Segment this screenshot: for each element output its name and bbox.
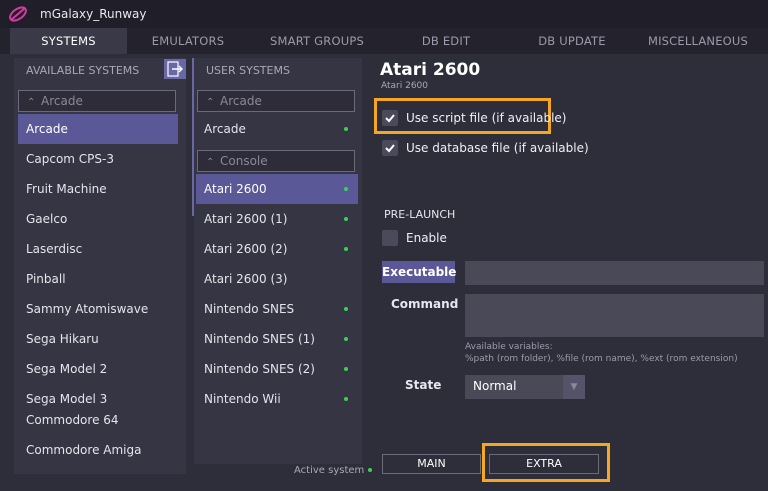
checkbox-checked [382,110,398,126]
available-item[interactable]: Sega Hikaru [18,324,178,354]
tab-db-update[interactable]: DB UPDATE [508,28,636,54]
active-dot [344,217,348,221]
user-item[interactable]: Atari 2600 (1) [196,204,358,234]
group-header-console[interactable]: ⌃ Console [197,150,355,172]
command-label: Command [391,297,459,311]
available-item[interactable]: Sega Model 2 [18,354,178,384]
available-item[interactable]: Commodore 64 [18,405,178,435]
system-title: Atari 2600 [380,60,481,80]
available-item[interactable]: Fruit Machine [18,174,178,204]
user-item[interactable]: Nintendo Wii [196,384,358,414]
available-item[interactable]: Commodore Amiga [18,435,178,465]
available-item[interactable]: Laserdisc [18,234,178,264]
available-item[interactable]: Capcom CPS-3 [18,144,178,174]
transfer-icon[interactable] [164,59,186,79]
user-item-atari-2600[interactable]: Atari 2600 [196,174,358,204]
available-systems-panel: AVAILABLE SYSTEMS ⌃ Arcade Arcade Capcom … [14,58,198,474]
user-item[interactable]: Nintendo SNES (1) [196,324,358,354]
tab-systems[interactable]: SYSTEMS [10,28,127,54]
tab-emulators[interactable]: EMULATORS [128,28,248,54]
executable-field[interactable] [465,261,764,285]
checkbox-unchecked [382,230,398,246]
variables-text: %path (rom folder), %file (rom name), %e… [465,354,738,364]
variables-header: Available variables: [465,342,553,352]
available-item[interactable]: Pinball [18,264,178,294]
user-systems-header: USER SYSTEMS [206,64,290,77]
active-dot [344,307,348,311]
state-select[interactable]: Normal ▼ [465,375,585,399]
main-button[interactable]: MAIN [382,454,481,474]
active-system-legend: Active system [294,465,373,476]
group-header-arcade[interactable]: ⌃ Arcade [18,90,176,112]
available-item-arcade[interactable]: Arcade [18,114,178,144]
tab-smart-groups[interactable]: SMART GROUPS [252,28,382,54]
active-dot [344,187,348,191]
available-item[interactable]: Sammy Atomiswave [18,294,178,324]
group-header-arcade[interactable]: ⌃ Arcade [197,90,355,112]
active-dot [344,247,348,251]
state-label: State [405,378,442,392]
app-title: mGalaxy_Runway [40,7,147,21]
available-item[interactable]: Gaelco [18,204,178,234]
command-field[interactable] [465,294,764,337]
user-item[interactable]: Arcade [196,114,358,144]
user-item[interactable]: Atari 2600 (2) [196,234,358,264]
active-dot [344,397,348,401]
mgalaxy-logo-icon [9,6,27,22]
use-script-checkbox[interactable]: Use script file (if available) [382,108,566,128]
extra-button[interactable]: EXTRA [489,454,599,474]
enable-checkbox[interactable]: Enable [382,228,462,248]
chevron-up-icon: ⌃ [206,97,215,108]
active-dot [344,337,348,341]
title-bar: mGalaxy_Runway [0,0,768,28]
available-systems-header: AVAILABLE SYSTEMS [26,64,140,77]
chevron-down-icon: ▼ [563,375,585,399]
user-systems-panel: USER SYSTEMS ⌃ Arcade Arcade ⌃ Console Ata… [194,58,362,464]
system-subtitle: Atari 2600 [381,81,429,91]
checkbox-checked [382,140,398,156]
system-detail-panel: Atari 2600 Atari 2600 Use script file (i… [370,54,768,491]
active-dot [344,367,348,371]
pre-launch-label: PRE-LAUNCH [384,208,456,221]
tab-miscellaneous[interactable]: MISCELLANEOUS [636,28,760,54]
chevron-up-icon: ⌃ [206,157,215,168]
user-item[interactable]: Atari 2600 (3) [196,264,358,294]
use-database-checkbox[interactable]: Use database file (if available) [382,138,589,158]
user-item[interactable]: Nintendo SNES (2) [196,354,358,384]
chevron-up-icon: ⌃ [27,97,36,108]
active-dot [344,127,348,131]
main-tabs: SYSTEMS EMULATORS SMART GROUPS DB EDIT D… [0,28,768,54]
user-item[interactable]: Nintendo SNES [196,294,358,324]
executable-button[interactable]: Executable [382,261,456,283]
tab-db-edit[interactable]: DB EDIT [384,28,508,54]
